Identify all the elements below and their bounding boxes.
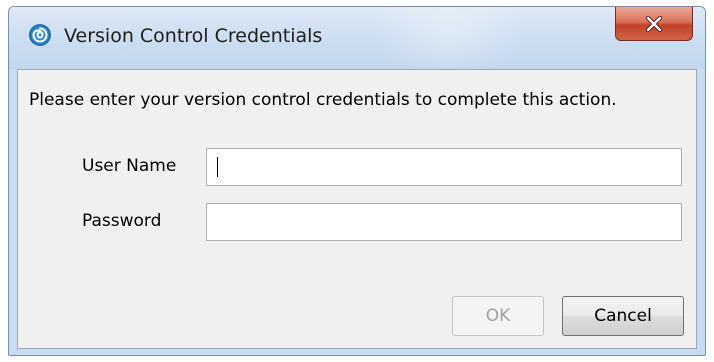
- window-title: Version Control Credentials: [64, 25, 323, 47]
- close-button[interactable]: [615, 7, 693, 41]
- password-label: Password: [82, 211, 162, 231]
- text-caret: [217, 157, 218, 177]
- credentials-dialog-window: Version Control Credentials Please enter…: [8, 6, 706, 356]
- username-label: User Name: [82, 156, 177, 176]
- password-input[interactable]: [206, 203, 682, 241]
- username-input[interactable]: [206, 148, 682, 186]
- instruction-message: Please enter your version control creden…: [29, 90, 617, 110]
- title-bar[interactable]: Version Control Credentials: [9, 7, 705, 69]
- spiral-app-icon: [29, 24, 51, 46]
- close-x-icon: [645, 15, 663, 32]
- dialog-body: Please enter your version control creden…: [17, 69, 697, 349]
- ok-button[interactable]: OK: [452, 296, 544, 336]
- cancel-button[interactable]: Cancel: [562, 296, 684, 336]
